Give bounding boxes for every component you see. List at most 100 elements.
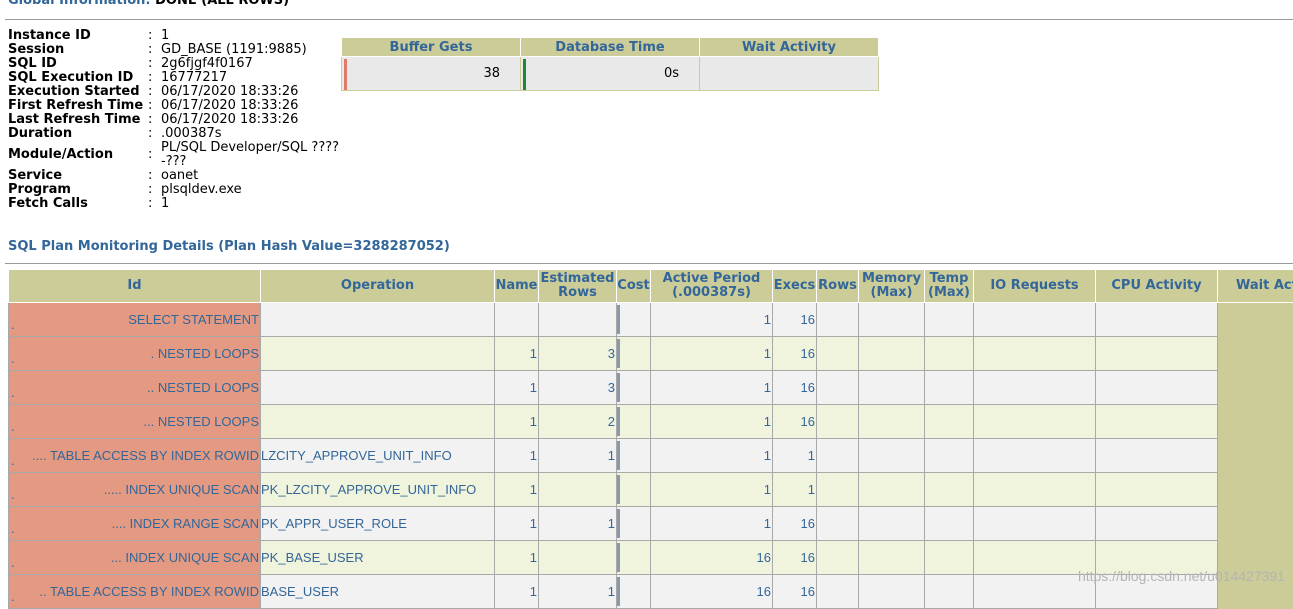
plan-id-cell: . .... TABLE ACCESS BY INDEX ROWID xyxy=(9,439,261,473)
col-wait-activity[interactable]: Wait Act xyxy=(1218,270,1293,303)
plan-object-cell: PK_BASE_USER xyxy=(261,541,495,575)
plan-cpu-activity-cell xyxy=(1096,303,1218,337)
plan-object-cell xyxy=(261,371,495,405)
plan-name-cell: 1 xyxy=(495,473,539,507)
plan-execs-cell: 16 xyxy=(773,371,817,405)
plan-est-rows-cell xyxy=(539,541,617,575)
info-colon: : xyxy=(148,71,161,85)
plan-execs-cell: 16 xyxy=(773,575,817,609)
plan-id-marker: . xyxy=(11,453,15,468)
info-label: First Refresh Time xyxy=(8,99,148,113)
info-value: 1 xyxy=(161,29,345,43)
info-value: oanet xyxy=(161,169,345,183)
plan-id-marker: . xyxy=(11,487,15,502)
col-active-period[interactable]: Active Period(.000387s) xyxy=(651,270,773,303)
plan-rows-cell xyxy=(817,575,859,609)
col-estimated-rows[interactable]: EstimatedRows xyxy=(539,270,617,303)
table-row[interactable]: . .... TABLE ACCESS BY INDEX ROWIDLZCITY_… xyxy=(9,439,1293,473)
plan-details-title: SQL Plan Monitoring Details (Plan Hash V… xyxy=(8,239,450,254)
col-temp[interactable]: Temp(Max) xyxy=(925,270,974,303)
plan-execs-cell: 16 xyxy=(773,337,817,371)
info-row: Session:GD_BASE (1191:9885) xyxy=(8,43,345,57)
buffer-gets-header: Buffer Gets xyxy=(342,38,521,57)
plan-operation-label: .. NESTED LOOPS xyxy=(147,380,259,395)
plan-monitoring-table: Id Operation Name EstimatedRows Cost Act… xyxy=(8,269,1293,609)
col-estimated-rows-line1: Estimated xyxy=(541,271,615,286)
plan-temp-cell xyxy=(925,541,974,575)
cost-bar xyxy=(617,305,620,334)
wait-activity-header: Wait Activity xyxy=(700,38,879,57)
table-row[interactable]: ..... INDEX RANGE SCANPK_APPR_USER_ROLE1… xyxy=(9,507,1293,541)
col-io-requests[interactable]: IO Requests xyxy=(974,270,1096,303)
info-row: Duration:.000387s xyxy=(8,127,345,141)
info-label: Session xyxy=(8,43,148,57)
plan-rows-cell xyxy=(817,371,859,405)
info-label: Module/Action xyxy=(8,141,148,169)
plan-rows-cell xyxy=(817,541,859,575)
table-row[interactable]: .... NESTED LOOPS12116 xyxy=(9,405,1293,439)
col-cpu-activity[interactable]: CPU Activity xyxy=(1096,270,1218,303)
plan-memory-cell xyxy=(859,439,925,473)
col-memory[interactable]: Memory(Max) xyxy=(859,270,925,303)
info-label: Fetch Calls xyxy=(8,197,148,211)
plan-id-cell: . .. NESTED LOOPS xyxy=(9,371,261,405)
plan-name-cell: 1 xyxy=(495,439,539,473)
plan-name-cell: 1 xyxy=(495,405,539,439)
info-row: Instance ID:1 xyxy=(8,29,345,43)
plan-memory-cell xyxy=(859,575,925,609)
plan-operation-label: . NESTED LOOPS xyxy=(151,346,259,361)
plan-temp-cell xyxy=(925,473,974,507)
col-estimated-rows-line2: Rows xyxy=(558,285,597,300)
plan-temp-cell xyxy=(925,371,974,405)
info-colon: : xyxy=(148,99,161,113)
plan-rows-cell xyxy=(817,473,859,507)
plan-id-cell: .... INDEX UNIQUE SCAN xyxy=(9,541,261,575)
info-colon: : xyxy=(148,127,161,141)
plan-cpu-activity-cell xyxy=(1096,405,1218,439)
col-execs[interactable]: Execs xyxy=(773,270,817,303)
plan-temp-cell xyxy=(925,575,974,609)
info-row: Program:plsqldev.exe xyxy=(8,183,345,197)
cost-bar xyxy=(617,577,620,606)
plan-temp-cell xyxy=(925,337,974,371)
plan-cpu-activity-cell xyxy=(1096,371,1218,405)
plan-wait-activity-cell xyxy=(1218,439,1293,473)
col-rows[interactable]: Rows xyxy=(817,270,859,303)
plan-operation-label: ..... INDEX UNIQUE SCAN xyxy=(104,482,259,497)
plan-active-period-cell: 16 xyxy=(651,541,773,575)
col-name[interactable]: Name xyxy=(495,270,539,303)
plan-wait-activity-cell xyxy=(1218,337,1293,371)
plan-active-period-cell: 1 xyxy=(651,303,773,337)
table-row[interactable]: .. NESTED LOOPS13116 xyxy=(9,337,1293,371)
plan-execs-cell: 16 xyxy=(773,507,817,541)
plan-object-cell: LZCITY_APPROVE_UNIT_INFO xyxy=(261,439,495,473)
plan-wait-activity-cell xyxy=(1218,405,1293,439)
plan-cost-cell xyxy=(617,473,651,507)
plan-est-rows-cell xyxy=(539,473,617,507)
section-divider xyxy=(5,19,1293,20)
info-colon: : xyxy=(148,29,161,43)
col-id[interactable]: Id xyxy=(9,270,261,303)
plan-memory-cell xyxy=(859,337,925,371)
col-temp-line2: (Max) xyxy=(928,285,970,300)
plan-est-rows-cell: 2 xyxy=(539,405,617,439)
col-operation[interactable]: Operation xyxy=(261,270,495,303)
plan-operation-label: .... TABLE ACCESS BY INDEX ROWID xyxy=(32,448,259,463)
table-row[interactable]: ...... INDEX UNIQUE SCANPK_LZCITY_APPROV… xyxy=(9,473,1293,507)
table-row[interactable]: .SELECT STATEMENT116 xyxy=(9,303,1293,337)
col-temp-line1: Temp xyxy=(930,271,969,286)
info-label: Last Refresh Time xyxy=(8,113,148,127)
info-label: SQL ID xyxy=(8,57,148,71)
info-label: Instance ID xyxy=(8,29,148,43)
plan-id-marker: . xyxy=(11,385,15,400)
info-colon: : xyxy=(148,57,161,71)
buffer-gets-value: 38 xyxy=(483,66,500,81)
info-value: .000387s xyxy=(161,127,345,141)
col-cost[interactable]: Cost xyxy=(617,270,651,303)
info-value: 06/17/2020 18:33:26 xyxy=(161,113,345,127)
section-divider xyxy=(5,263,1293,264)
info-value: 06/17/2020 18:33:26 xyxy=(161,85,345,99)
table-row[interactable]: ... NESTED LOOPS13116 xyxy=(9,371,1293,405)
info-value: PL/SQL Developer/SQL ????-??? xyxy=(161,141,345,169)
plan-active-period-cell: 16 xyxy=(651,575,773,609)
